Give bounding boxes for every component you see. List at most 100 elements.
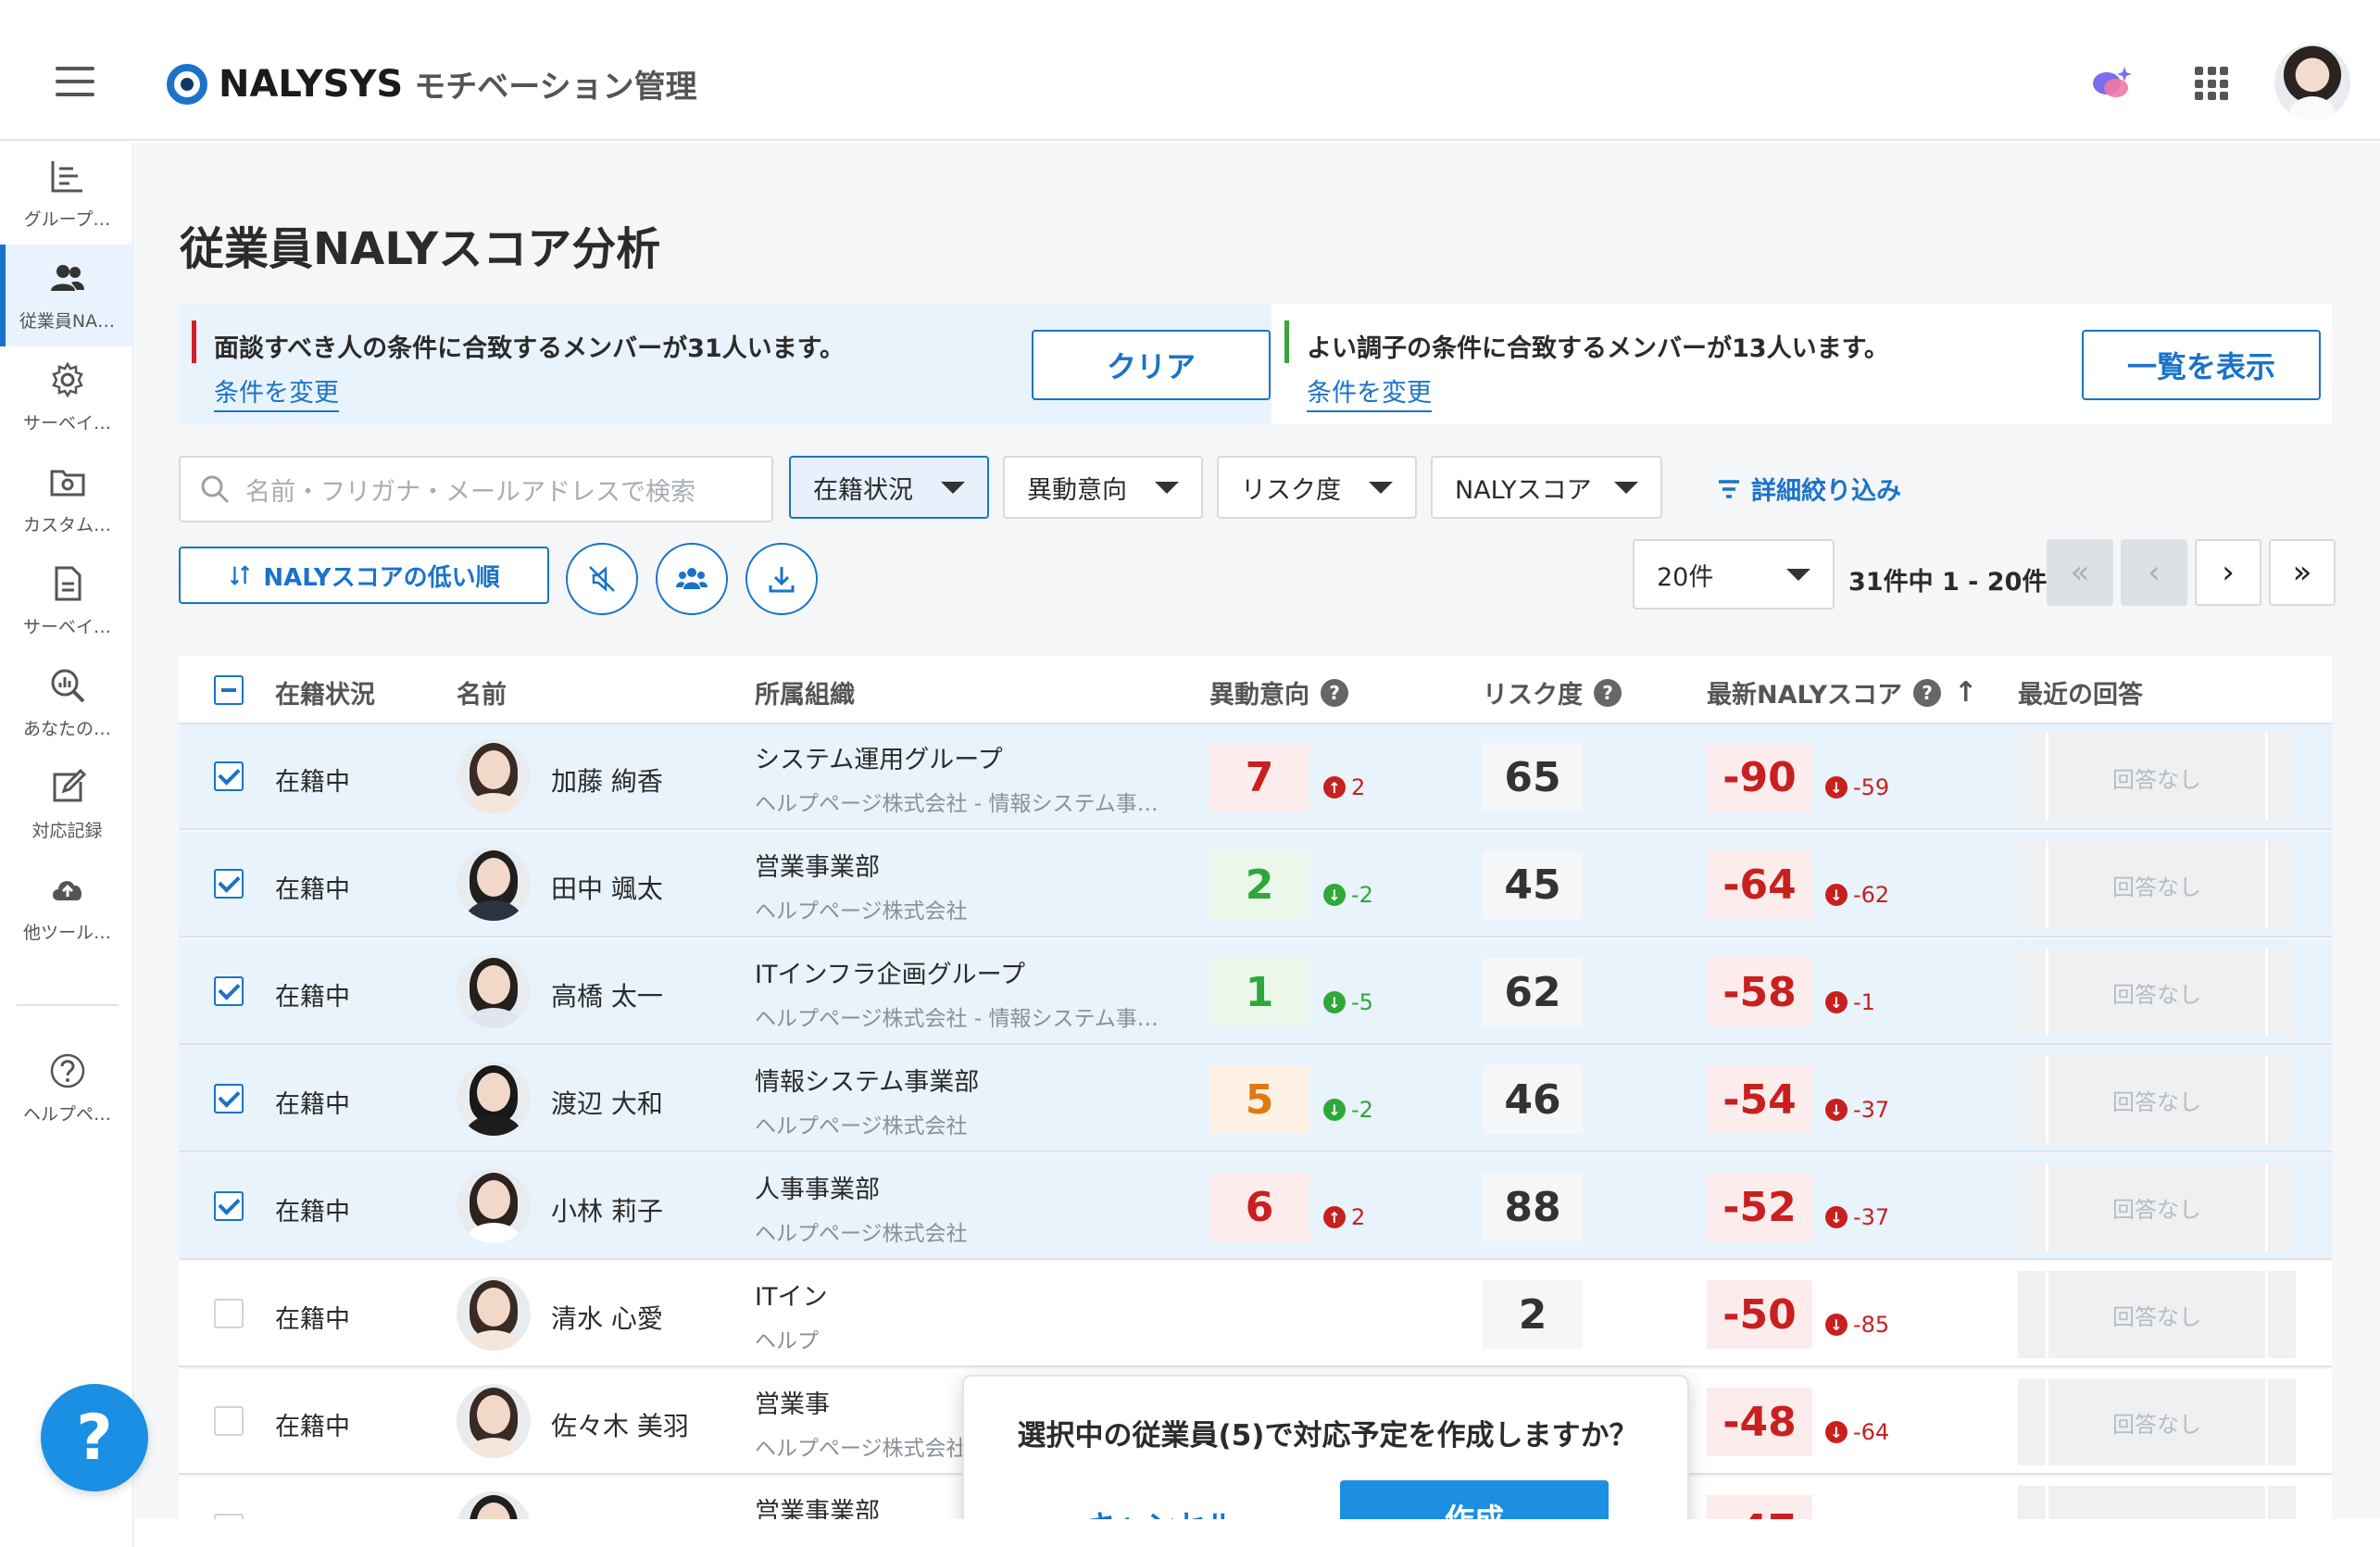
recent-response-label: 回答なし — [2112, 1304, 2201, 1330]
employee-name[interactable]: 高橋 太一 — [551, 976, 663, 1013]
help-icon[interactable]: ? — [1913, 678, 1942, 707]
sidebar-item-survey-results[interactable]: サーベイ… — [0, 550, 134, 652]
risk-value: 2 — [1483, 1280, 1583, 1349]
confirm-dialog: 選択中の従業員(5)で対応予定を作成しますか？ キャンセル 作成 — [962, 1375, 1689, 1519]
table-row[interactable]: 在籍中 渡辺 大和 情報システム事業部 ヘルプページ株式会社 5 ↓ -2 46 … — [179, 1047, 2332, 1152]
filter-naly-score[interactable]: NALYスコア — [1431, 456, 1662, 519]
hamburger-menu-icon[interactable] — [56, 67, 94, 96]
last-page-button[interactable]: » — [2269, 539, 2336, 606]
advanced-filter-button[interactable]: 詳細絞り込み — [1716, 471, 1901, 507]
transfer-intention-value: 2 — [1209, 850, 1309, 919]
sidebar-item-label: 他ツール… — [22, 922, 111, 943]
alert-bar — [192, 321, 196, 363]
transfer-intention-value: 6 — [1209, 1173, 1309, 1241]
row-checkbox[interactable] — [214, 1406, 244, 1436]
create-button[interactable]: 作成 — [1340, 1480, 1609, 1519]
header-risk[interactable]: リスク度? — [1483, 674, 1622, 711]
mute-button[interactable] — [566, 543, 638, 615]
main-content: 従業員NALYスコア分析 面談すべき人の条件に合致するメンバーが31人います。 … — [135, 143, 2380, 1519]
arrow-down-icon: ↓ — [1825, 991, 1848, 1013]
row-checkbox[interactable] — [214, 1191, 244, 1221]
user-avatar[interactable] — [2274, 44, 2350, 120]
row-checkbox[interactable] — [214, 761, 244, 791]
sidebar-item-custom[interactable]: カスタム… — [0, 448, 134, 550]
row-checkbox[interactable] — [214, 1514, 244, 1519]
header-recent[interactable]: 最近の回答 — [2018, 674, 2143, 711]
header-status[interactable]: 在籍状況 — [275, 674, 375, 711]
sidebar-item-survey-settings[interactable]: サーベイ… — [0, 346, 134, 448]
chat-sparkle-icon[interactable] — [2091, 65, 2132, 102]
bar-list-icon — [51, 160, 82, 192]
clear-button[interactable]: クリア — [1032, 330, 1271, 400]
header-transfer[interactable]: 異動意向? — [1209, 674, 1348, 711]
select-all-checkbox[interactable] — [214, 675, 244, 705]
sidebar-item-help[interactable]: ヘルプペ… — [0, 1038, 134, 1139]
row-checkbox[interactable] — [214, 1084, 244, 1113]
sidebar-item-employee-naly[interactable]: 従業員NA… — [0, 245, 134, 346]
header-naly-score[interactable]: 最新NALYスコア? ↑ — [1707, 674, 1977, 711]
org-name: 営業事業部 — [755, 853, 880, 882]
show-list-button[interactable]: 一覧を表示 — [2082, 330, 2321, 400]
transfer-delta: ↓ -2 — [1323, 882, 1373, 908]
employment-status: 在籍中 — [275, 1198, 350, 1226]
table-row[interactable]: 在籍中 小林 莉子 人事事業部 ヘルプページ株式会社 6 ↑ 2 88 -52 ↓… — [179, 1154, 2332, 1260]
filter-risk[interactable]: リスク度 — [1217, 456, 1417, 519]
table-row[interactable]: 在籍中 加藤 絢香 システム運用グループ ヘルプページ株式会社 - 情報システム… — [179, 724, 2332, 830]
employment-status: 在籍中 — [275, 1413, 350, 1441]
cancel-button[interactable]: キャンセル — [1057, 1488, 1266, 1519]
arrow-down-icon: ↓ — [1825, 884, 1848, 906]
naly-score-delta-value: -1 — [1853, 989, 1875, 1015]
row-checkbox[interactable] — [214, 869, 244, 899]
employee-name[interactable]: 佐々木 美羽 — [551, 1406, 689, 1443]
employment-status: 在籍中 — [275, 1305, 350, 1334]
search-input[interactable]: 名前・フリガナ・メールアドレスで検索 — [179, 456, 773, 522]
recent-response-label: 回答なし — [2112, 1197, 2201, 1223]
employee-name[interactable]: 渡辺 大和 — [551, 1084, 663, 1121]
change-condition-link[interactable]: 条件を変更 — [1307, 372, 1432, 412]
first-page-button[interactable]: « — [2047, 539, 2113, 606]
help-icon[interactable]: ? — [1594, 678, 1622, 707]
filter-transfer-intention[interactable]: 異動意向 — [1003, 456, 1203, 519]
employee-avatar — [457, 1277, 531, 1351]
header-org[interactable]: 所属組織 — [755, 674, 855, 711]
header-label: リスク度 — [1483, 681, 1583, 710]
header-name[interactable]: 名前 — [457, 674, 507, 711]
org-name: ITインフラ企画グループ — [755, 961, 1026, 989]
chevron-down-icon — [941, 481, 965, 494]
recent-response: 回答なし — [2018, 841, 2296, 928]
apps-grid-icon[interactable] — [2195, 67, 2228, 100]
table-row[interactable]: 在籍中 高橋 太一 ITインフラ企画グループ ヘルプページ株式会社 - 情報シス… — [179, 939, 2332, 1045]
table-row[interactable]: 在籍中 清水 心愛 ITイン ヘルプ 2 -50 ↓ -85 回答なし — [179, 1262, 2332, 1367]
employee-name[interactable]: 田中 颯太 — [551, 869, 663, 906]
sidebar-item-group[interactable]: グループ… — [0, 143, 134, 245]
arrow-down-icon: ↓ — [1825, 776, 1848, 799]
group-button[interactable] — [656, 543, 728, 615]
employee-name[interactable]: 清水 心愛 — [551, 1299, 663, 1336]
prev-page-button[interactable]: ‹ — [2121, 539, 2187, 606]
row-checkbox[interactable] — [214, 1299, 244, 1328]
next-page-button[interactable]: › — [2195, 539, 2261, 606]
help-fab-button[interactable]: ? — [41, 1384, 148, 1491]
row-checkbox[interactable] — [214, 976, 244, 1006]
sidebar-item-action-records[interactable]: 対応記録 — [0, 754, 134, 856]
naly-score-value: -52 — [1707, 1173, 1812, 1241]
sort-button[interactable]: NALYスコアの低い順 — [179, 547, 549, 604]
naly-score-delta-value: -85 — [1853, 1312, 1890, 1338]
download-icon — [769, 567, 795, 593]
employee-name[interactable]: 小林 莉子 — [551, 1191, 663, 1228]
download-button[interactable] — [745, 543, 818, 615]
sort-asc-icon[interactable]: ↑ — [1954, 676, 1977, 709]
sidebar-item-your-analysis[interactable]: あなたの… — [0, 652, 134, 754]
logo-subtitle: モチベーション管理 — [414, 69, 697, 106]
table-row[interactable]: 在籍中 田中 颯太 営業事業部 ヘルプページ株式会社 2 ↓ -2 45 -64 … — [179, 832, 2332, 937]
app-logo[interactable]: NALYSYS モチベーション管理 — [167, 61, 697, 107]
employee-name[interactable]: 加藤 絢香 — [551, 761, 663, 799]
help-icon[interactable]: ? — [1321, 678, 1348, 707]
edit-icon — [53, 768, 86, 801]
sidebar-item-other-tools[interactable]: 他ツール… — [0, 856, 134, 958]
recent-response: 回答なし — [2018, 1486, 2296, 1519]
employee-name[interactable]: 伊藤 陽翔 — [551, 1514, 663, 1519]
per-page-select[interactable]: 20件 — [1633, 539, 1835, 610]
change-condition-link[interactable]: 条件を変更 — [214, 372, 339, 412]
filter-employment-status[interactable]: 在籍状況 — [789, 456, 989, 519]
